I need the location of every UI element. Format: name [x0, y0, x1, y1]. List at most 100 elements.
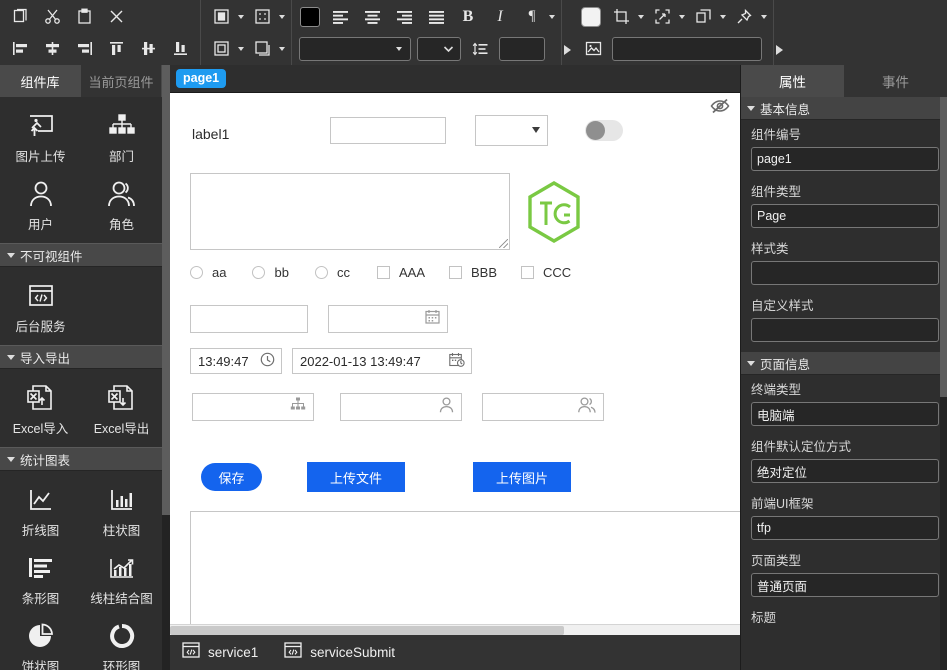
- canvas-table-panel[interactable]: [190, 511, 740, 626]
- component-line-chart[interactable]: 折线图: [0, 477, 81, 545]
- canvas-datetime-picker[interactable]: 2022-01-13 13:49:47: [292, 348, 472, 374]
- layers-icon[interactable]: [690, 4, 716, 30]
- component-pie-chart[interactable]: 饼状图: [0, 613, 81, 670]
- chevron-down-icon[interactable]: [638, 14, 644, 19]
- canvas-plain-input[interactable]: [190, 305, 308, 333]
- component-type-input[interactable]: Page: [751, 204, 939, 228]
- copy-icon[interactable]: [7, 4, 33, 30]
- panel-icon[interactable]: [249, 36, 275, 62]
- checkbox-option-bbb[interactable]: BBB: [449, 265, 497, 280]
- align-text-left-icon[interactable]: [327, 4, 353, 30]
- align-text-justify-icon[interactable]: [423, 4, 449, 30]
- italic-icon[interactable]: I: [487, 4, 513, 30]
- canvas-department-picker[interactable]: [192, 393, 314, 421]
- align-center-vertical-icon[interactable]: [135, 36, 161, 62]
- expand-right-arrow-icon[interactable]: [564, 45, 571, 55]
- component-excel-import[interactable]: Excel导入: [0, 375, 81, 443]
- tab-properties[interactable]: 属性: [741, 65, 844, 97]
- chevron-down-icon[interactable]: [279, 46, 285, 51]
- canvas-horizontal-scrollbar-thumb[interactable]: [170, 626, 564, 635]
- line-height-icon[interactable]: [467, 36, 493, 62]
- radio-option-cc[interactable]: cc: [314, 265, 350, 280]
- canvas-toggle-switch[interactable]: [585, 120, 623, 141]
- section-statistics-charts[interactable]: 统计图表: [0, 447, 162, 471]
- canvas-select[interactable]: [475, 115, 548, 146]
- service-item-servicesubmit[interactable]: serviceSubmit: [284, 642, 395, 663]
- properties-scrollbar[interactable]: [940, 97, 947, 670]
- canvas-user-picker[interactable]: [340, 393, 462, 421]
- component-excel-export[interactable]: Excel导出: [81, 375, 162, 443]
- canvas-time-picker[interactable]: 13:49:47: [190, 348, 282, 374]
- component-image-upload[interactable]: 图片上传: [0, 103, 81, 171]
- align-text-center-icon[interactable]: [359, 4, 385, 30]
- component-user[interactable]: 用户: [0, 171, 81, 239]
- service-item-service1[interactable]: service1: [182, 642, 258, 663]
- bold-icon[interactable]: B: [455, 4, 481, 30]
- design-canvas[interactable]: label1 aa bb cc AAA BBB CCC 13:49:47 202…: [170, 92, 740, 635]
- paragraph-icon[interactable]: ¶: [519, 4, 545, 30]
- layout-container-icon[interactable]: [208, 4, 234, 30]
- align-right-icon[interactable]: [71, 36, 97, 62]
- align-text-right-icon[interactable]: [391, 4, 417, 30]
- component-donut-chart[interactable]: 环形图: [81, 613, 162, 670]
- chevron-down-icon[interactable]: [720, 14, 726, 19]
- save-button[interactable]: 保存: [201, 463, 262, 491]
- upload-image-button[interactable]: 上传图片: [473, 462, 571, 492]
- grid-layout-icon[interactable]: [249, 4, 275, 30]
- chevron-down-icon[interactable]: [238, 14, 244, 19]
- canvas-date-picker[interactable]: [328, 305, 448, 333]
- font-size-select[interactable]: [417, 36, 461, 61]
- properties-scrollbar-thumb[interactable]: [940, 97, 947, 397]
- fill-color-swatch[interactable]: [581, 6, 601, 27]
- close-icon[interactable]: [103, 4, 129, 30]
- sidebar-scrollbar-thumb[interactable]: [162, 65, 170, 515]
- tab-current-page-components[interactable]: 当前页组件: [81, 65, 162, 97]
- page-tab-page1[interactable]: page1: [176, 69, 227, 88]
- component-line-bar-combo-chart[interactable]: 线柱结合图: [81, 545, 162, 613]
- chevron-down-icon[interactable]: [279, 14, 285, 19]
- component-horizontal-bar-chart[interactable]: 条形图: [0, 545, 81, 613]
- component-bar-chart[interactable]: 柱状图: [81, 477, 162, 545]
- style-class-input[interactable]: [751, 261, 939, 285]
- sidebar-scrollbar[interactable]: [162, 65, 170, 670]
- align-center-horizontal-icon[interactable]: [39, 36, 65, 62]
- default-positioning-input[interactable]: 绝对定位: [751, 459, 939, 483]
- component-id-input[interactable]: page1: [751, 147, 939, 171]
- ui-framework-input[interactable]: tfp: [751, 516, 939, 540]
- image-path-input[interactable]: [612, 36, 762, 61]
- terminal-type-input[interactable]: 电脑端: [751, 402, 939, 426]
- canvas-horizontal-scrollbar[interactable]: [170, 624, 740, 635]
- component-backend-service[interactable]: 后台服务: [0, 273, 81, 341]
- page-type-input[interactable]: 普通页面: [751, 573, 939, 597]
- chevron-down-icon[interactable]: [761, 14, 767, 19]
- resize-grip-icon[interactable]: [499, 239, 508, 248]
- canvas-users-picker[interactable]: [482, 393, 604, 421]
- section-invisible-components[interactable]: 不可视组件: [0, 243, 162, 267]
- font-family-select[interactable]: [299, 36, 411, 61]
- component-department[interactable]: 部门: [81, 103, 162, 171]
- component-role[interactable]: 角色: [81, 171, 162, 239]
- image-icon[interactable]: [580, 36, 606, 62]
- canvas-text-input[interactable]: [330, 117, 446, 144]
- align-top-icon[interactable]: [103, 36, 129, 62]
- pin-icon[interactable]: [731, 4, 757, 30]
- align-left-icon[interactable]: [7, 36, 33, 62]
- custom-style-input[interactable]: [751, 318, 939, 342]
- section-basic-info[interactable]: 基本信息: [741, 97, 947, 120]
- align-bottom-icon[interactable]: [167, 36, 193, 62]
- expand-right-arrow-icon[interactable]: [776, 45, 783, 55]
- canvas-textarea[interactable]: [190, 173, 510, 250]
- section-page-info[interactable]: 页面信息: [741, 352, 947, 375]
- section-import-export[interactable]: 导入导出: [0, 345, 162, 369]
- chevron-down-icon[interactable]: [549, 14, 555, 19]
- cut-icon[interactable]: [39, 4, 65, 30]
- frame-icon[interactable]: [208, 36, 234, 62]
- checkbox-option-aaa[interactable]: AAA: [377, 265, 425, 280]
- radio-option-bb[interactable]: bb: [252, 265, 289, 280]
- crop-icon[interactable]: [608, 4, 634, 30]
- text-color-swatch[interactable]: [300, 6, 320, 27]
- expand-icon[interactable]: [649, 4, 675, 30]
- spacing-input[interactable]: [499, 36, 545, 61]
- tab-events[interactable]: 事件: [844, 65, 947, 97]
- chevron-down-icon[interactable]: [679, 14, 685, 19]
